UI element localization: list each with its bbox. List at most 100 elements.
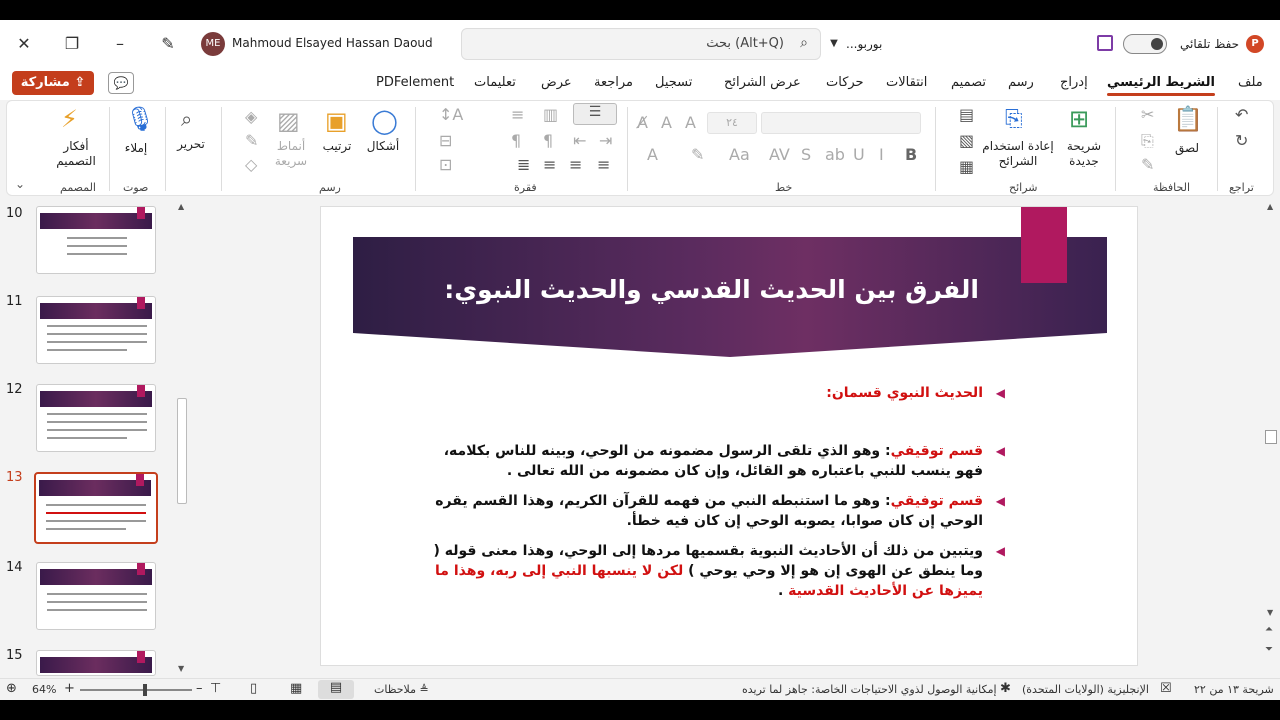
chevron-down-icon[interactable]: ▼: [820, 30, 848, 58]
search-input[interactable]: بحث (Alt+Q) ⌕: [461, 28, 821, 60]
restore-icon[interactable]: ❐: [58, 30, 86, 58]
bold-icon[interactable]: B: [905, 145, 917, 164]
scroll-thumb[interactable]: [1265, 430, 1277, 444]
bullet-2[interactable]: ◀ قسم توقيفي: وهو الذي تلقى الرسول مضمون…: [423, 441, 1005, 481]
justify-icon[interactable]: ≣: [517, 155, 530, 174]
ltr-icon[interactable]: ¶: [543, 131, 553, 150]
scroll-down-icon[interactable]: ▼: [1267, 608, 1273, 617]
scroll-down-icon[interactable]: ▼: [178, 664, 184, 673]
bullets-icon[interactable]: ☰: [573, 103, 617, 125]
slide-thumbnail[interactable]: [36, 650, 156, 676]
zoom-slider-track[interactable]: [80, 689, 192, 691]
zoom-out-icon[interactable]: –: [196, 681, 203, 696]
character-spacing-icon[interactable]: AV: [769, 145, 790, 164]
scroll-up-icon[interactable]: ▲: [178, 202, 184, 211]
normal-view-icon[interactable]: ▤: [318, 680, 354, 699]
tab-view[interactable]: عرض: [541, 75, 572, 90]
tab-pdfelement[interactable]: PDFelement: [376, 75, 454, 90]
tab-record[interactable]: تسجيل: [655, 75, 692, 90]
canvas-scrollbar[interactable]: ▲ ▼ ⏶ ⏷: [1262, 198, 1280, 678]
tab-transitions[interactable]: انتقالات: [886, 75, 927, 90]
paste-button[interactable]: لصق: [1169, 141, 1205, 156]
close-icon[interactable]: ✕: [10, 30, 38, 58]
slide-sorter-icon[interactable]: ▦: [290, 681, 302, 696]
zoom-in-icon[interactable]: +: [64, 681, 75, 696]
editing-button[interactable]: تحرير: [171, 137, 211, 152]
clear-formatting-icon[interactable]: A̸: [637, 113, 648, 132]
bullet-3[interactable]: ◀ قسم توفيقي: وهو ما استنبطه النبي من فه…: [423, 491, 1005, 531]
reset-icon[interactable]: ▧: [959, 131, 974, 150]
shapes-button[interactable]: أشكال: [359, 139, 407, 154]
change-case-icon[interactable]: Aa: [729, 145, 750, 164]
tab-home[interactable]: الشريط الرئيسي: [1107, 75, 1215, 96]
tab-insert[interactable]: إدراج: [1060, 75, 1088, 90]
tab-slideshow[interactable]: عرض الشرائح: [724, 75, 801, 90]
font-name-box[interactable]: [761, 112, 921, 134]
fit-slide-icon[interactable]: ⊕: [6, 681, 17, 696]
cut-icon[interactable]: ✂: [1141, 105, 1154, 124]
undo-icon[interactable]: ↶: [1235, 105, 1248, 124]
notes-button[interactable]: ملاحظات ≜: [374, 683, 429, 696]
rtl-icon[interactable]: ¶: [511, 131, 521, 150]
designer-button[interactable]: أفكار التصميم: [51, 139, 101, 169]
align-center-icon[interactable]: ≡: [569, 155, 582, 174]
increase-indent-icon[interactable]: ⇥: [599, 131, 612, 150]
scroll-up-icon[interactable]: ▲: [1267, 202, 1273, 211]
italic-icon[interactable]: I: [879, 145, 884, 164]
shadow-icon[interactable]: S: [801, 145, 811, 164]
slide[interactable]: الفرق بين الحديث القدسي والحديث النبوي: …: [320, 206, 1138, 666]
document-name[interactable]: بوربو...: [846, 37, 882, 51]
spelling-icon[interactable]: ☒: [1160, 681, 1172, 696]
avatar[interactable]: ME: [201, 32, 225, 56]
slide-title[interactable]: الفرق بين الحديث القدسي والحديث النبوي:: [353, 275, 979, 304]
quick-styles-button[interactable]: أنماط سريعة: [269, 139, 313, 169]
font-size-box[interactable]: ٢٤: [707, 112, 757, 134]
tab-file[interactable]: ملف: [1238, 75, 1263, 90]
slide-thumbnail[interactable]: [36, 296, 156, 364]
align-left-icon[interactable]: ≡: [543, 155, 556, 174]
reuse-slides-button[interactable]: إعادة استخدام الشرائح: [977, 139, 1059, 169]
columns-icon[interactable]: ▥: [543, 105, 558, 124]
smartart-icon[interactable]: ⊡: [439, 155, 452, 174]
align-text-icon[interactable]: ⊟: [439, 131, 452, 150]
autosave-toggle[interactable]: [1123, 34, 1167, 54]
font-color-icon[interactable]: A: [647, 145, 658, 164]
shape-effects-icon[interactable]: ◇: [245, 155, 257, 174]
section-icon[interactable]: ▦: [959, 157, 974, 176]
arrange-button[interactable]: ترتيب: [317, 139, 357, 154]
tab-review[interactable]: مراجعة: [594, 75, 633, 90]
thumbnail-scrollbar[interactable]: ▲ ▼: [174, 198, 190, 678]
new-slide-button[interactable]: شريحة جديدة: [1057, 139, 1111, 169]
comment-button[interactable]: 💬: [108, 72, 134, 94]
copy-icon[interactable]: ⎘: [1141, 131, 1154, 151]
pen-icon[interactable]: ✎: [154, 30, 182, 58]
layout-icon[interactable]: ▤: [959, 105, 974, 124]
collapse-ribbon-icon[interactable]: ⌄: [15, 177, 25, 191]
zoom-level[interactable]: 64%: [32, 683, 56, 696]
slide-thumbnail-selected[interactable]: [34, 472, 158, 544]
decrease-indent-icon[interactable]: ⇤: [573, 131, 586, 150]
increase-font-icon[interactable]: A: [685, 113, 696, 132]
format-painter-icon[interactable]: ✎: [1141, 155, 1154, 174]
accessibility-status[interactable]: إمكانية الوصول لذوي الاحتياجات الخاصة: ج…: [742, 683, 997, 696]
align-right-icon[interactable]: ≡: [597, 155, 610, 174]
slideshow-view-icon[interactable]: ⊤: [210, 681, 221, 696]
slide-thumbnail[interactable]: [36, 562, 156, 630]
zoom-slider-thumb[interactable]: [143, 684, 147, 696]
save-icon[interactable]: [1097, 35, 1113, 51]
scroll-thumb[interactable]: [177, 398, 187, 504]
minimize-icon[interactable]: –: [106, 30, 134, 58]
prev-slide-icon[interactable]: ⏶: [1265, 624, 1273, 635]
underline-icon[interactable]: U: [853, 145, 865, 164]
dictate-button[interactable]: إملاء: [115, 141, 157, 156]
strikethrough-icon[interactable]: ab: [825, 145, 845, 164]
tab-animations[interactable]: حركات: [826, 75, 864, 90]
highlight-icon[interactable]: ✎: [691, 145, 704, 164]
line-spacing-icon[interactable]: ≡: [511, 105, 524, 124]
decrease-font-icon[interactable]: A: [661, 113, 672, 132]
tab-draw[interactable]: رسم: [1008, 75, 1034, 90]
shape-outline-icon[interactable]: ✎: [245, 131, 258, 150]
slide-thumbnail[interactable]: [36, 384, 156, 452]
slide-thumbnail[interactable]: [36, 206, 156, 274]
reading-view-icon[interactable]: ▯: [250, 681, 257, 696]
